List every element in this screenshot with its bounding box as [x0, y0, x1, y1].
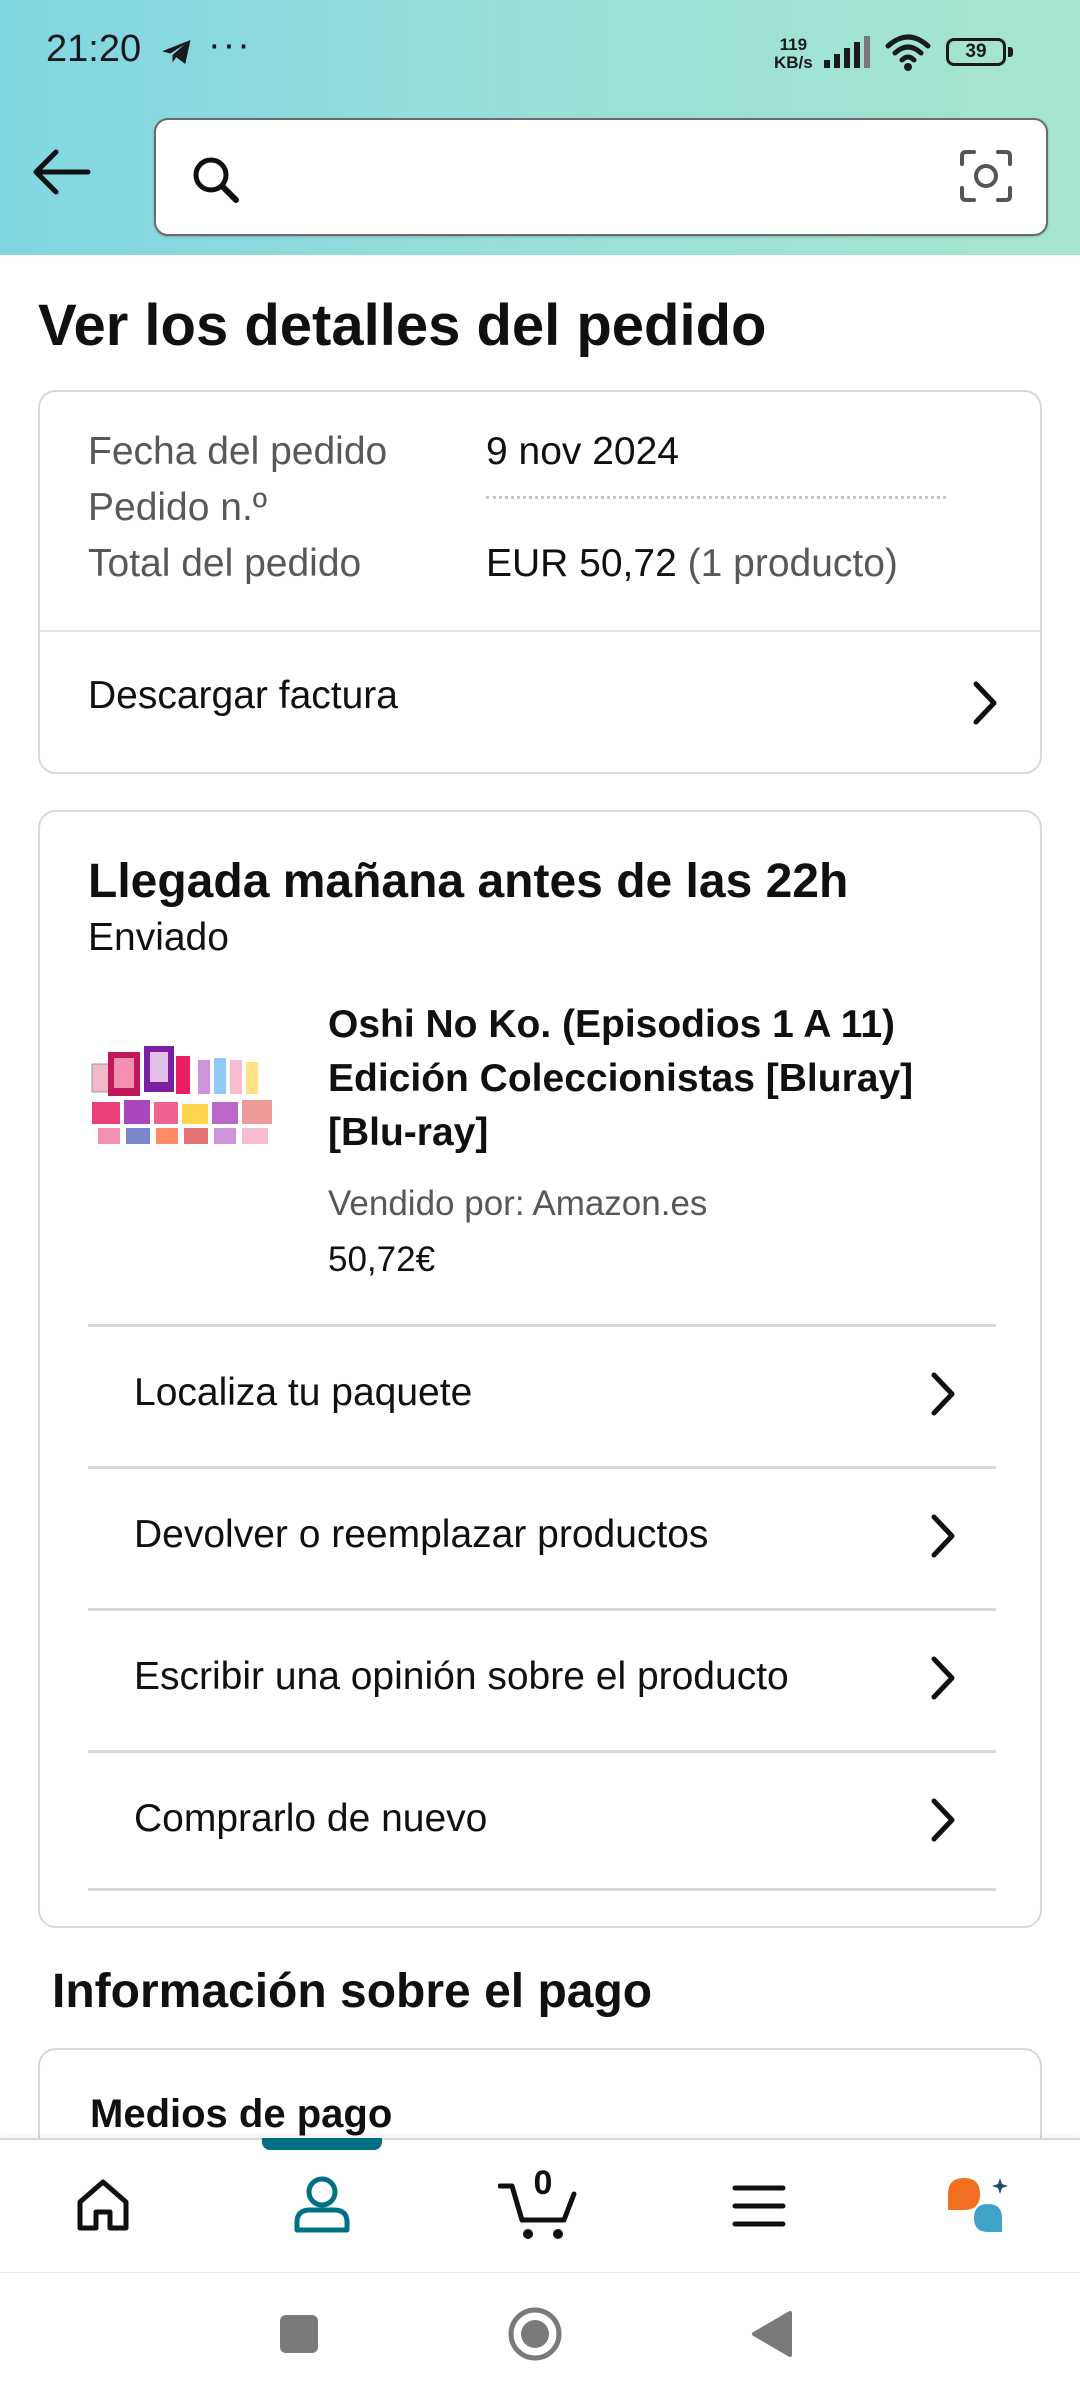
product-price: 50,72€ — [328, 1240, 436, 1279]
wifi-icon — [885, 34, 931, 71]
product-image[interactable] — [88, 1042, 284, 1152]
battery-icon: 39 — [946, 38, 1016, 68]
system-navigation-bar — [0, 2272, 1080, 2401]
write-review-label: Escribir una opinión sobre el producto — [134, 1655, 789, 1698]
status-time: 21:20 — [46, 28, 142, 70]
nav-cart[interactable]: 0 — [480, 2140, 600, 2274]
shipment-substatus: Enviado — [88, 916, 229, 959]
return-replace-row[interactable]: Devolver o reemplazar productos — [88, 1466, 996, 1609]
app-header: 21:20 ··· 119 KB/s 39 — [0, 0, 1080, 255]
buy-again-row[interactable]: Comprarlo de nuevo — [88, 1750, 996, 1893]
order-total-label: Total del pedido — [88, 542, 362, 585]
track-package-row[interactable]: Localiza tu paquete — [88, 1324, 996, 1467]
recent-apps-icon[interactable] — [280, 2315, 318, 2353]
ai-assistant-icon — [948, 2178, 1008, 2232]
page-title: Ver los detalles del pedido — [38, 293, 767, 358]
chevron-right-icon — [931, 1514, 955, 1558]
camera-lens-icon[interactable] — [958, 148, 1014, 204]
buy-again-label: Comprarlo de nuevo — [134, 1797, 488, 1840]
back-triangle-icon[interactable] — [750, 2309, 794, 2359]
account-icon — [294, 2176, 350, 2233]
bottom-navigation: 0 — [0, 2138, 1080, 2274]
menu-icon — [732, 2185, 786, 2227]
network-speed: 119 KB/s — [774, 36, 813, 72]
signal-icon — [824, 36, 870, 68]
download-invoice-row[interactable]: Descargar factura — [40, 632, 1040, 774]
write-review-row[interactable]: Escribir una opinión sobre el producto — [88, 1608, 996, 1751]
product-seller: Vendido por: Amazon.es — [328, 1184, 708, 1223]
payment-section-title: Información sobre el pago — [52, 1965, 653, 2018]
search-input[interactable] — [256, 150, 900, 208]
network-speed-unit: KB/s — [774, 53, 813, 72]
telegram-icon — [162, 40, 191, 64]
track-package-label: Localiza tu paquete — [134, 1371, 473, 1414]
back-arrow-icon[interactable] — [28, 146, 94, 198]
chevron-right-icon — [931, 1372, 955, 1416]
network-speed-value: 119 — [779, 35, 808, 54]
nav-account[interactable] — [262, 2140, 382, 2274]
home-icon — [77, 2179, 129, 2231]
search-icon — [193, 157, 239, 203]
list-divider — [88, 1888, 996, 1891]
shipment-card: Llegada mañana antes de las 22h Enviado … — [38, 810, 1042, 1928]
return-replace-label: Devolver o reemplazar productos — [134, 1513, 709, 1556]
product-title-link[interactable]: Oshi No Ko. (Episodios 1 A 11) Edición C… — [328, 998, 1008, 1160]
chevron-right-icon — [931, 1656, 955, 1700]
download-invoice-label: Descargar factura — [88, 674, 398, 717]
battery-tip — [1008, 47, 1013, 57]
order-total-items: (1 producto) — [687, 542, 898, 585]
order-total-amount: EUR 50,72 — [486, 542, 677, 585]
order-date-label: Fecha del pedido — [88, 430, 388, 473]
search-bar[interactable] — [154, 118, 1048, 236]
nav-home[interactable] — [44, 2140, 164, 2274]
delivery-status: Llegada mañana antes de las 22h — [88, 855, 849, 908]
nav-menu[interactable] — [698, 2140, 818, 2274]
home-circle-icon[interactable] — [506, 2305, 564, 2363]
order-summary-card: Fecha del pedido 9 nov 2024 Pedido n.º T… — [38, 390, 1042, 774]
order-date-value: 9 nov 2024 — [486, 430, 680, 473]
order-number-label: Pedido n.º — [88, 486, 268, 529]
cart-icon — [498, 2183, 577, 2239]
battery-level: 39 — [946, 38, 1006, 66]
nav-rufus-ai[interactable] — [916, 2140, 1036, 2274]
status-more-dots: ··· — [208, 24, 252, 66]
payment-methods-label: Medios de pago — [90, 2092, 393, 2136]
chevron-right-icon — [973, 681, 997, 725]
order-number-redacted — [486, 496, 946, 505]
order-total-value: EUR 50,72 (1 producto) — [486, 542, 898, 586]
chevron-right-icon — [931, 1798, 955, 1842]
